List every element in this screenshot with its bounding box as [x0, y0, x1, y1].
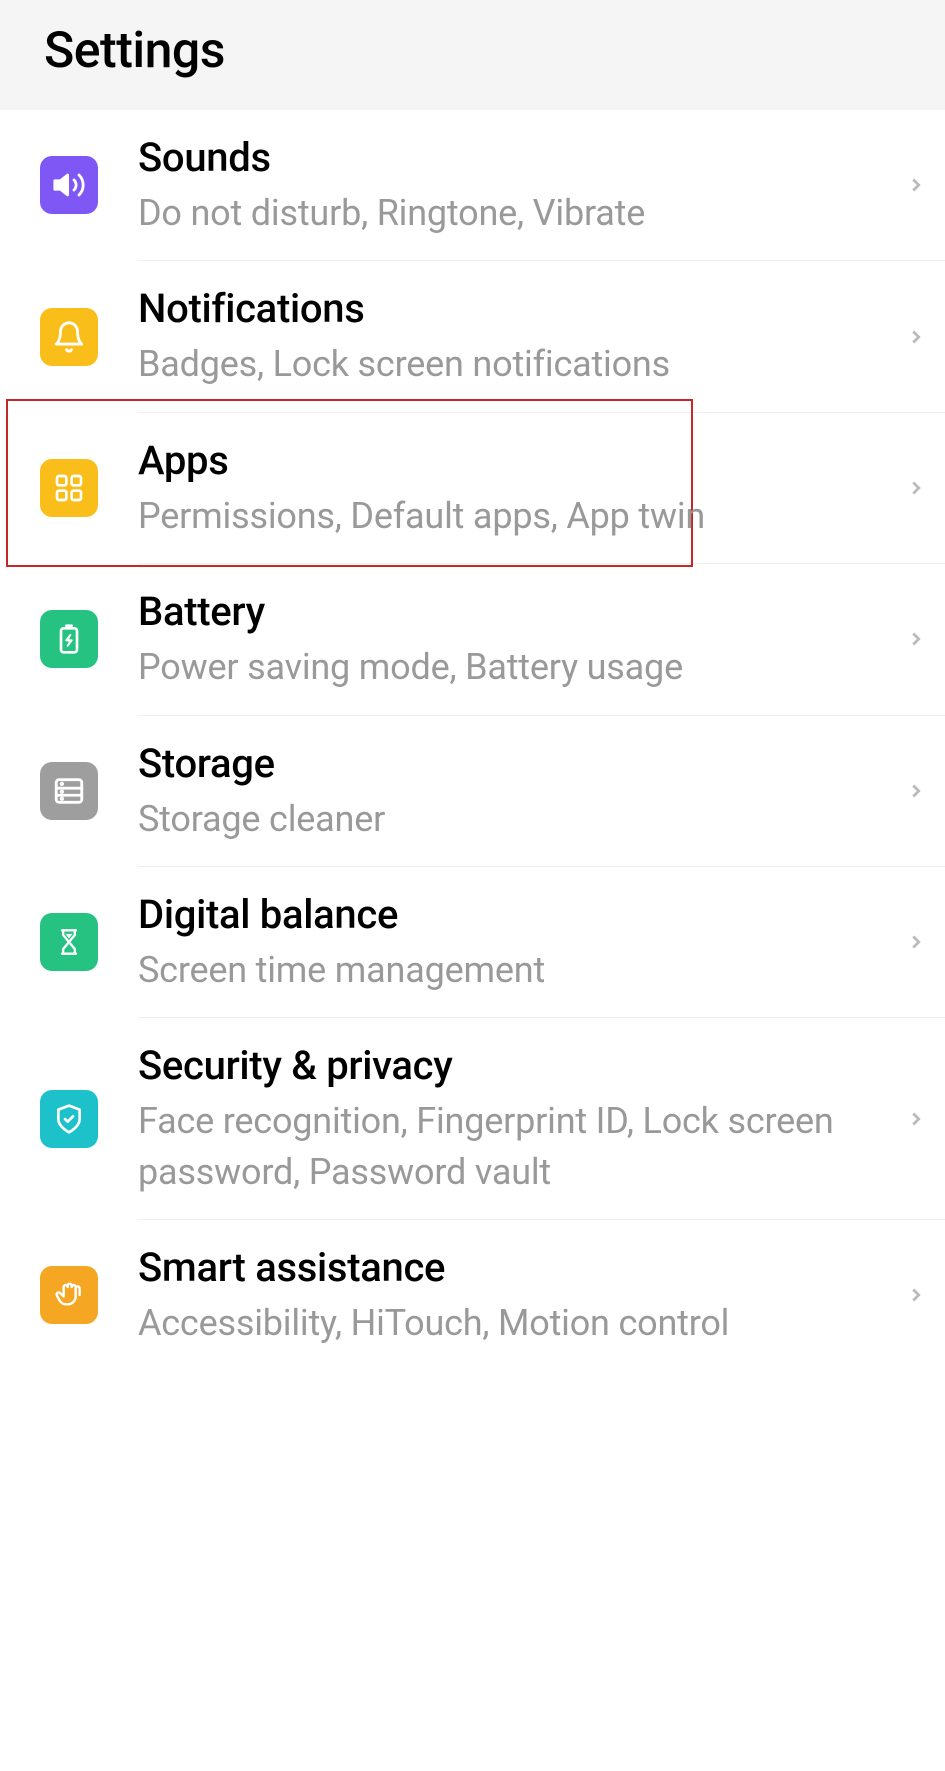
chevron-right-icon: [905, 1277, 927, 1313]
settings-item-battery[interactable]: Battery Power saving mode, Battery usage: [0, 564, 945, 714]
settings-item-subtitle: Screen time management: [138, 945, 893, 995]
settings-item-title: Sounds: [138, 132, 893, 184]
settings-item-title: Battery: [138, 586, 893, 638]
settings-item-digital-balance[interactable]: Digital balance Screen time management: [0, 867, 945, 1017]
settings-item-subtitle: Do not disturb, Ringtone, Vibrate: [138, 188, 893, 238]
settings-item-content: Storage Storage cleaner: [138, 738, 893, 844]
settings-list: Sounds Do not disturb, Ringtone, Vibrate…: [0, 110, 945, 1371]
settings-item-title: Security & privacy: [138, 1040, 893, 1092]
chevron-right-icon: [905, 621, 927, 657]
hourglass-icon: [40, 913, 98, 971]
settings-item-subtitle: Permissions, Default apps, App twin: [138, 491, 893, 541]
sound-icon: [40, 156, 98, 214]
apps-grid-icon: [40, 459, 98, 517]
settings-item-title: Digital balance: [138, 889, 893, 941]
settings-item-apps[interactable]: Apps Permissions, Default apps, App twin: [0, 413, 945, 563]
bell-icon: [40, 308, 98, 366]
chevron-right-icon: [905, 167, 927, 203]
settings-item-subtitle: Accessibility, HiTouch, Motion control: [138, 1298, 893, 1348]
settings-item-content: Sounds Do not disturb, Ringtone, Vibrate: [138, 132, 893, 238]
chevron-right-icon: [905, 773, 927, 809]
settings-item-content: Apps Permissions, Default apps, App twin: [138, 435, 893, 541]
chevron-right-icon: [905, 319, 927, 355]
settings-item-subtitle: Storage cleaner: [138, 794, 893, 844]
settings-item-subtitle: Badges, Lock screen notifications: [138, 339, 893, 389]
storage-icon: [40, 762, 98, 820]
chevron-right-icon: [905, 924, 927, 960]
shield-icon: [40, 1090, 98, 1148]
settings-item-content: Security & privacy Face recognition, Fin…: [138, 1040, 893, 1197]
chevron-right-icon: [905, 470, 927, 506]
settings-item-smart-assistance[interactable]: Smart assistance Accessibility, HiTouch,…: [0, 1220, 945, 1370]
settings-item-security[interactable]: Security & privacy Face recognition, Fin…: [0, 1018, 945, 1219]
settings-item-subtitle: Power saving mode, Battery usage: [138, 642, 893, 692]
settings-item-notifications[interactable]: Notifications Badges, Lock screen notifi…: [0, 261, 945, 411]
settings-item-content: Smart assistance Accessibility, HiTouch,…: [138, 1242, 893, 1348]
settings-item-sounds[interactable]: Sounds Do not disturb, Ringtone, Vibrate: [0, 110, 945, 260]
settings-item-storage[interactable]: Storage Storage cleaner: [0, 716, 945, 866]
battery-icon: [40, 610, 98, 668]
settings-item-content: Digital balance Screen time management: [138, 889, 893, 995]
settings-item-content: Notifications Badges, Lock screen notifi…: [138, 283, 893, 389]
chevron-right-icon: [905, 1101, 927, 1137]
settings-item-content: Battery Power saving mode, Battery usage: [138, 586, 893, 692]
settings-item-title: Notifications: [138, 283, 893, 335]
settings-item-title: Storage: [138, 738, 893, 790]
page-title: Settings: [44, 22, 901, 80]
settings-item-subtitle: Face recognition, Fingerprint ID, Lock s…: [138, 1096, 893, 1197]
settings-header: Settings: [0, 0, 945, 110]
settings-item-title: Smart assistance: [138, 1242, 893, 1294]
settings-item-title: Apps: [138, 435, 893, 487]
hand-icon: [40, 1266, 98, 1324]
